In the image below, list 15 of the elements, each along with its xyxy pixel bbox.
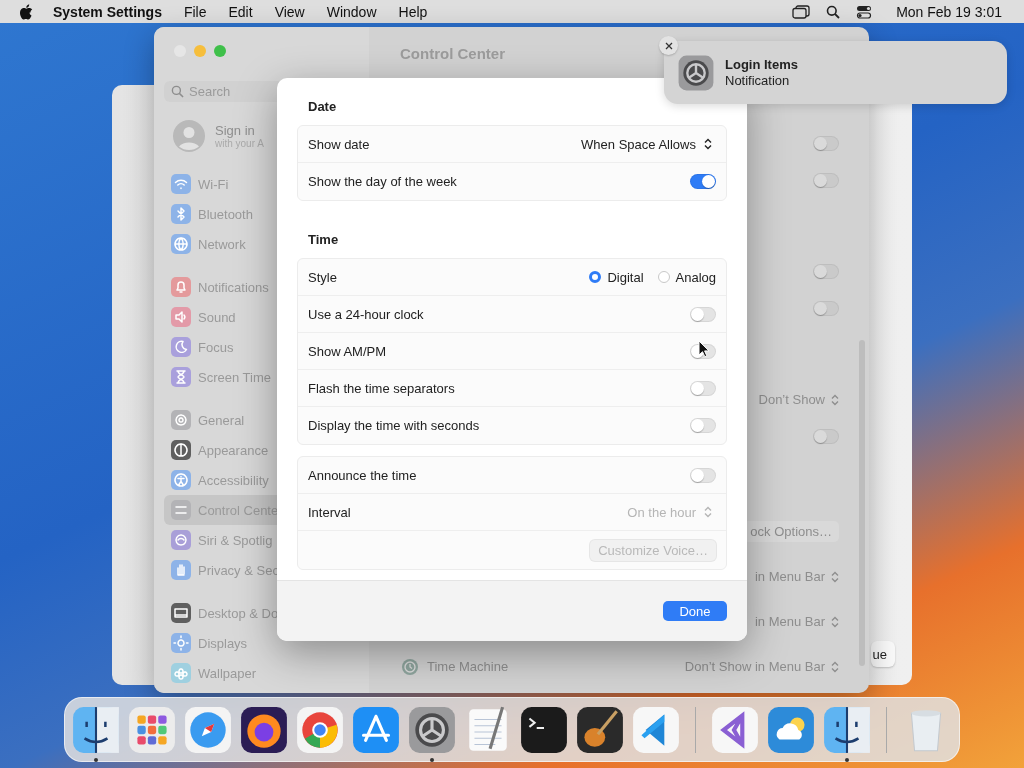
- setting-label: Show AM/PM: [308, 343, 387, 359]
- setting-label: Show the day of the week: [308, 174, 457, 189]
- setting-label: Use a 24-hour clock: [308, 306, 424, 322]
- setting-label: Interval: [308, 504, 351, 520]
- notification-body: Notification: [725, 72, 791, 89]
- radio-label: Digital: [607, 269, 644, 285]
- setting-label: Display the time with seconds: [308, 418, 480, 433]
- section-heading: Time: [307, 231, 340, 249]
- radio-label: Analog: [675, 269, 716, 285]
- notification-title: Login Items: [725, 56, 798, 73]
- setting-label: Flash the time separators: [308, 380, 455, 396]
- setting-label: Announce the time: [308, 467, 417, 483]
- setting-label: Style: [308, 269, 337, 285]
- setting-label: Show date: [308, 136, 370, 152]
- setting-label: Time Machine: [427, 659, 510, 674]
